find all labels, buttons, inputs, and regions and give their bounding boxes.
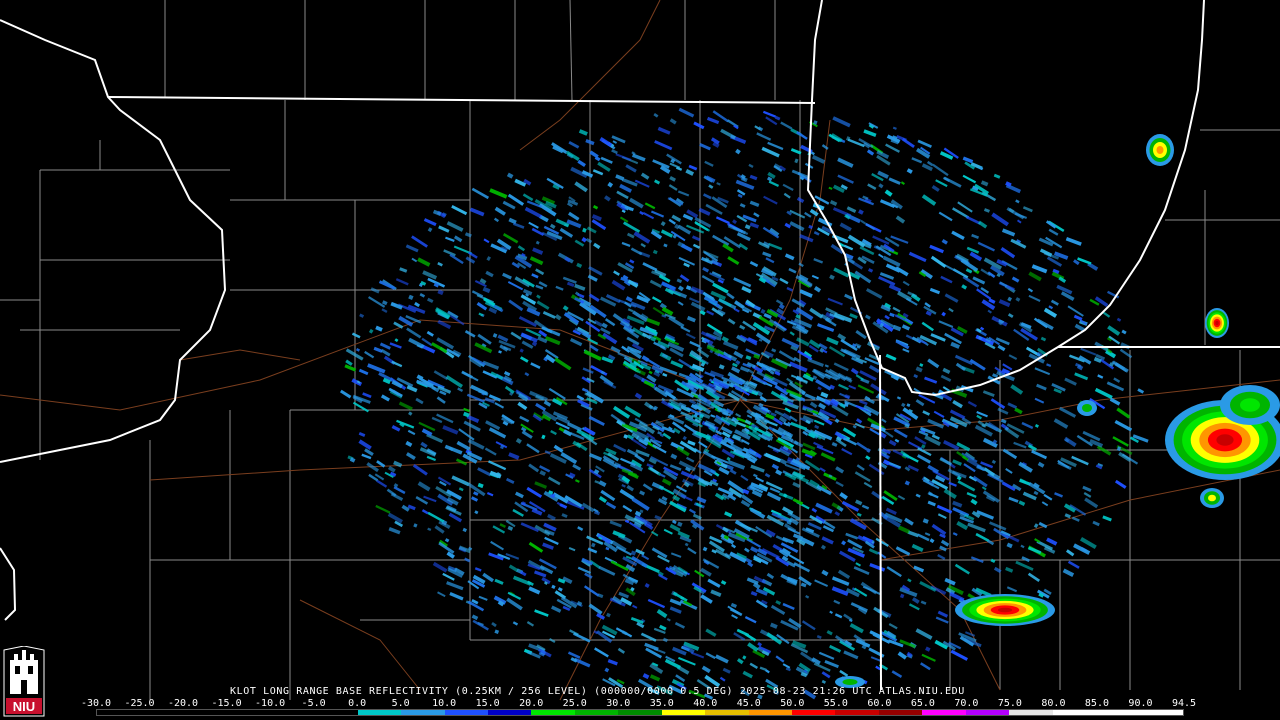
color-swatch: [1096, 710, 1140, 715]
legend-tick: 90.0: [1128, 698, 1153, 709]
color-swatch: [140, 710, 184, 715]
mississippi-river-border: [0, 19, 227, 463]
legend-tick: 25.0: [562, 698, 587, 709]
color-swatch: [444, 710, 488, 715]
color-swatch: [965, 710, 1010, 715]
color-swatch: [618, 710, 662, 715]
color-swatch: [748, 710, 792, 715]
color-swatch: [661, 710, 706, 715]
legend-tick: 80.0: [1041, 698, 1066, 709]
color-swatch: [922, 710, 966, 715]
legend-tick: 85.0: [1084, 698, 1109, 709]
color-scale-bar: [96, 709, 1184, 716]
color-swatch: [835, 710, 879, 715]
color-swatch: [357, 710, 402, 715]
color-swatch: [531, 710, 575, 715]
color-swatch: [401, 710, 445, 715]
color-swatch: [270, 710, 315, 715]
color-swatch: [183, 710, 228, 715]
legend-tick: 10.0: [432, 698, 457, 709]
legend-tick: 75.0: [997, 698, 1022, 709]
legend-tick: 40.0: [693, 698, 718, 709]
color-swatch: [314, 710, 358, 715]
niu-logo: NIU: [3, 646, 45, 717]
color-swatch: [574, 710, 619, 715]
color-swatch: [878, 710, 923, 715]
legend-tick: 35.0: [649, 698, 674, 709]
legend-tick: 94.5: [1171, 698, 1197, 709]
legend-tick: 0.0: [348, 698, 367, 709]
color-swatch: [97, 710, 141, 715]
legend-tick: 5.0: [391, 698, 410, 709]
legend-tick: -30.0: [80, 698, 112, 709]
legend-tick: 45.0: [736, 698, 761, 709]
radar-map[interactable]: [0, 0, 1280, 720]
logo-text: NIU: [13, 699, 35, 714]
color-swatch: [705, 710, 749, 715]
legend-tick: 50.0: [780, 698, 805, 709]
product-caption: KLOT LONG RANGE BASE REFLECTIVITY (0.25K…: [230, 686, 965, 697]
illinois-indiana-border: [879, 354, 882, 691]
storm-cells: [835, 134, 1280, 688]
legend-tick: -10.0: [255, 698, 286, 709]
legend-tick: 15.0: [475, 698, 500, 709]
legend-tick: 70.0: [954, 698, 979, 709]
state-boundaries: [0, 0, 1280, 691]
color-swatch: [792, 710, 836, 715]
legend-tick: 30.0: [606, 698, 631, 709]
legend-tick: 55.0: [823, 698, 848, 709]
color-swatch: [487, 710, 532, 715]
legend-tick: -5.0: [301, 698, 326, 709]
color-swatch: [1009, 710, 1053, 715]
color-swatch: [227, 710, 271, 715]
western-border-lower: [0, 547, 17, 621]
legend-tick: 60.0: [867, 698, 892, 709]
legend-tick: -15.0: [211, 698, 242, 709]
color-swatch: [1052, 710, 1097, 715]
wisconsin-illinois-border: [107, 96, 816, 104]
legend-tick: 65.0: [910, 698, 935, 709]
legend-tick: -20.0: [167, 698, 199, 709]
legend-tick: 20.0: [519, 698, 544, 709]
legend-tick: -25.0: [124, 698, 155, 709]
color-swatch: [1139, 710, 1183, 715]
